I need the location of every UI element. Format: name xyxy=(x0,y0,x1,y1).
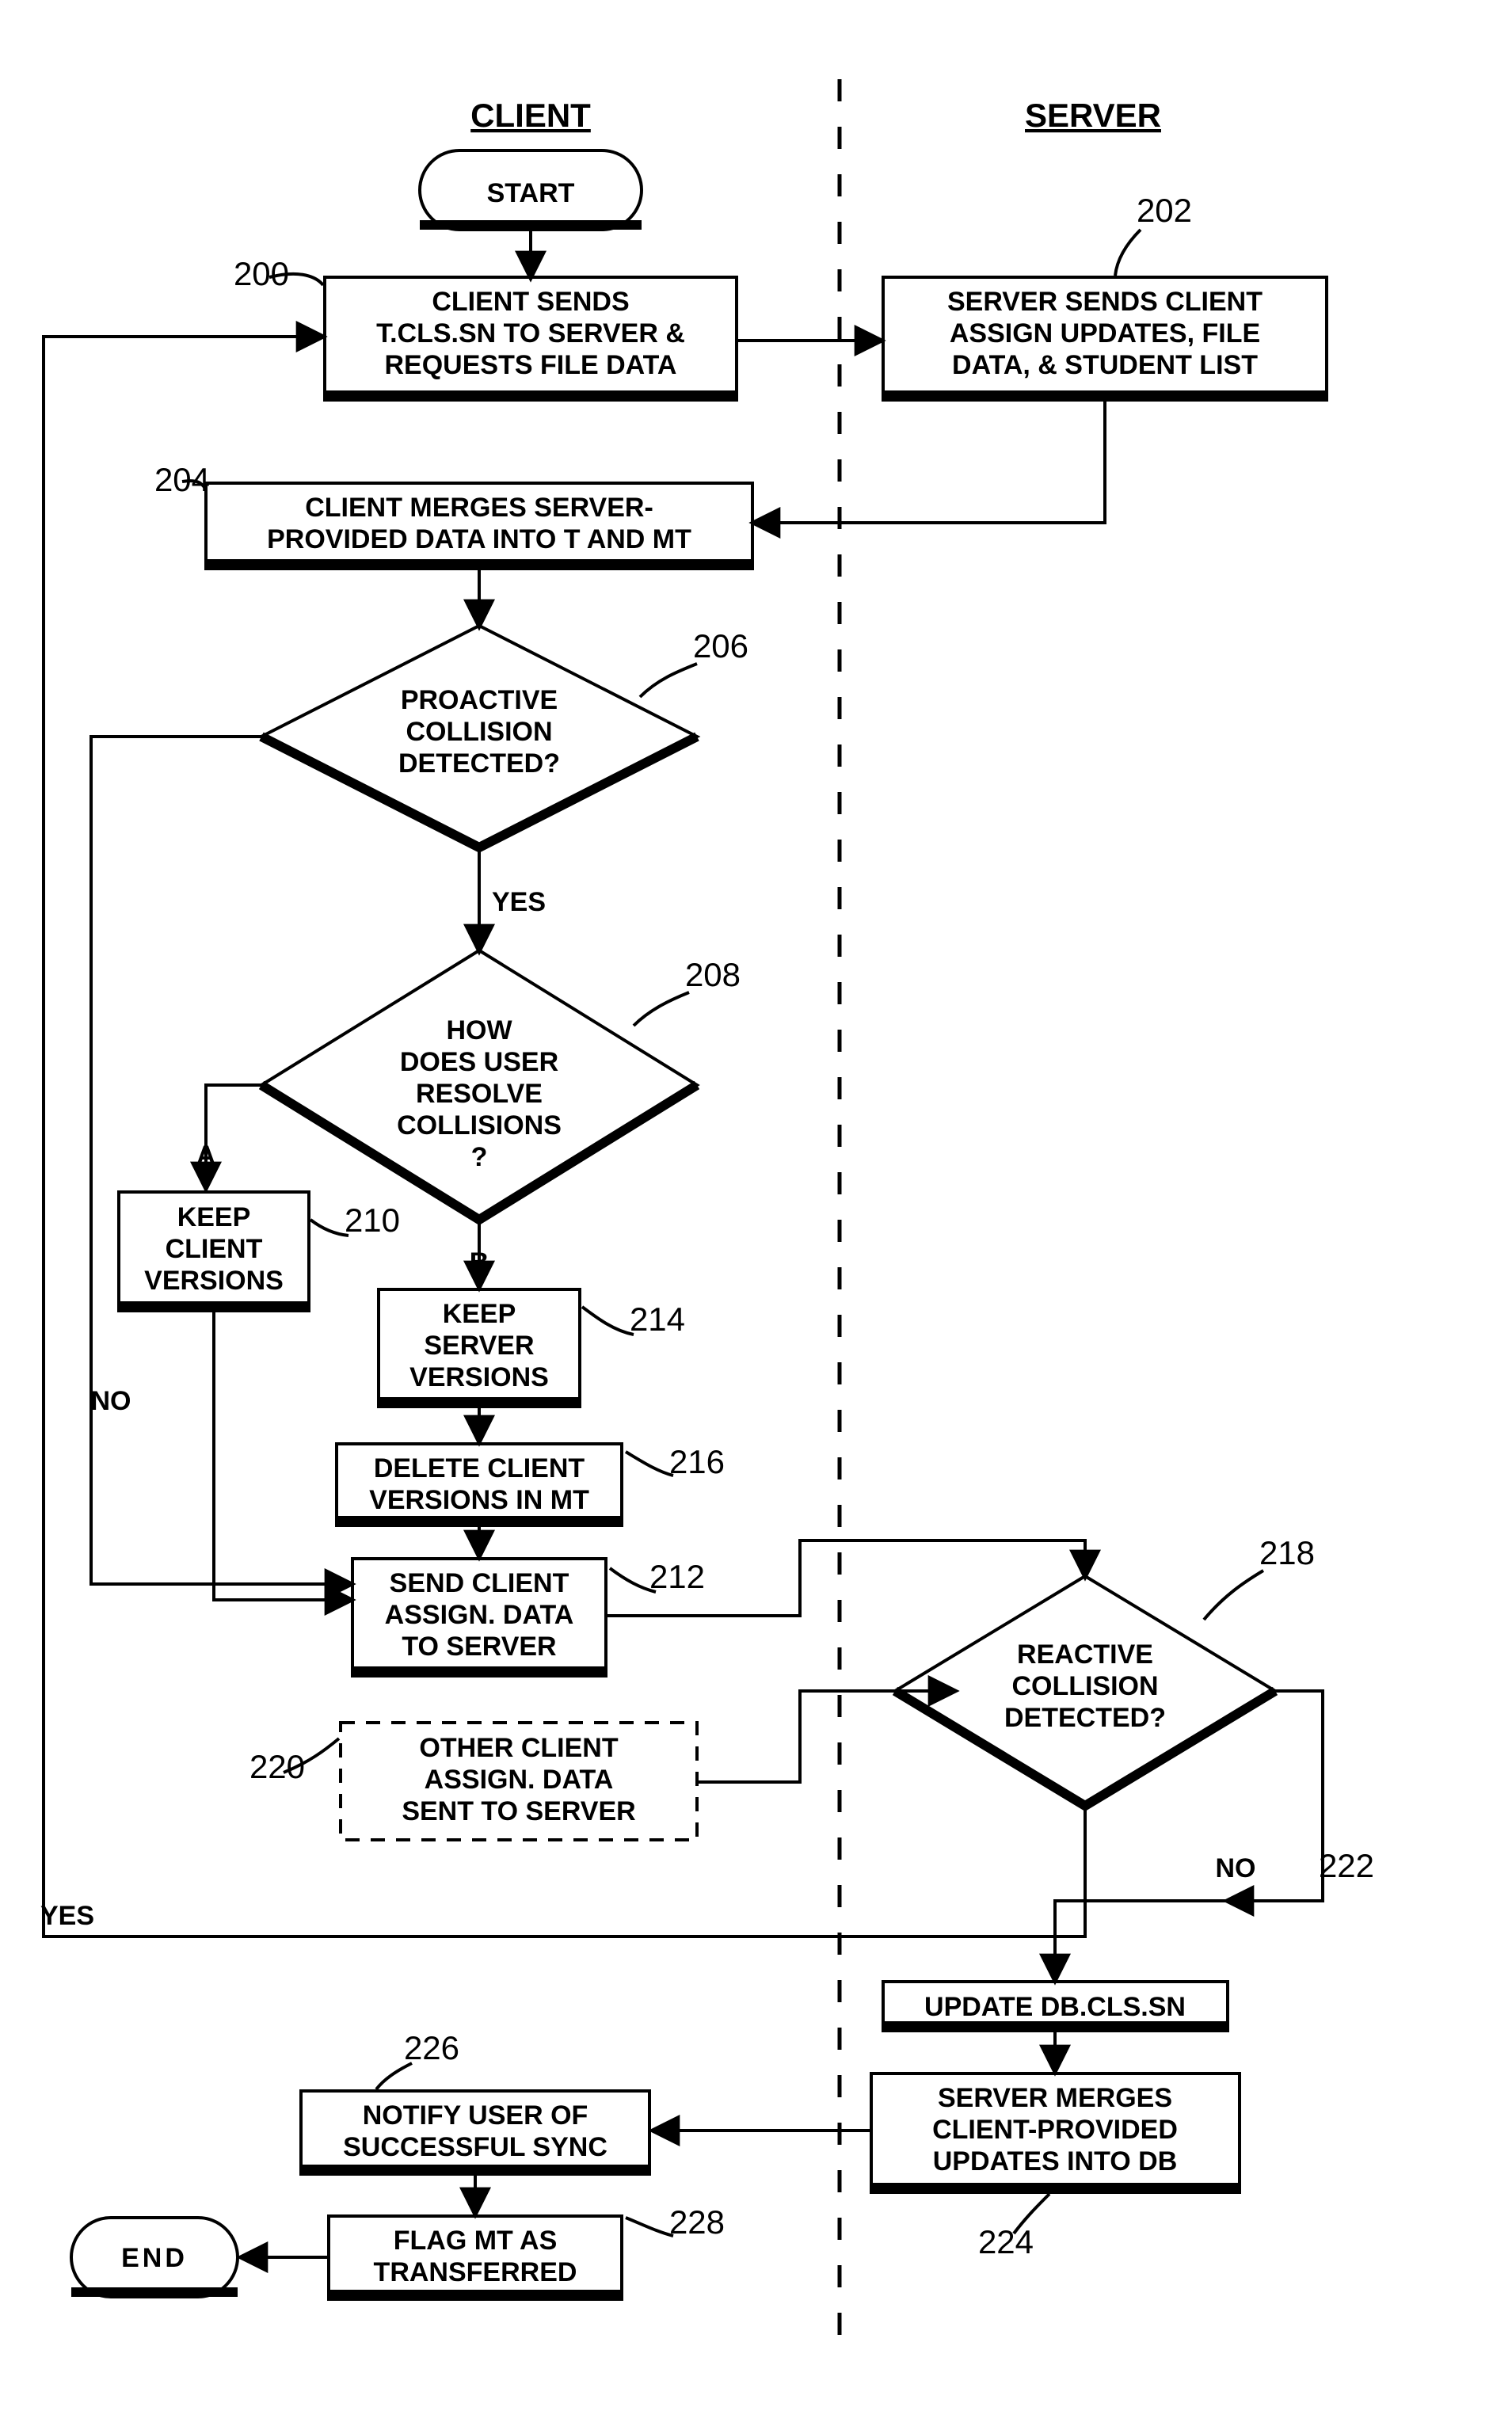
node-210: KEEPCLIENTVERSIONS xyxy=(119,1192,309,1311)
edge-208-a xyxy=(206,1085,261,1188)
ref-206: 206 xyxy=(693,627,748,665)
svg-text:CLIENT MERGES SERVER-PROVIDED: CLIENT MERGES SERVER-PROVIDED DATA INTO … xyxy=(267,493,691,554)
node-start: START xyxy=(420,150,642,230)
svg-text:END: END xyxy=(121,2243,188,2273)
leader-228 xyxy=(626,2218,673,2236)
ref-224: 224 xyxy=(978,2223,1034,2260)
ref-222: 222 xyxy=(1319,1847,1374,1884)
leader-218 xyxy=(1204,1571,1263,1620)
label-218-no: NO xyxy=(1216,1853,1256,1883)
node-220: OTHER CLIENTASSIGN. DATASENT TO SERVER xyxy=(341,1723,697,1840)
leader-214 xyxy=(582,1307,634,1335)
leader-208 xyxy=(634,992,689,1026)
leader-210 xyxy=(310,1220,348,1236)
svg-text:SERVER SENDS CLIENTASSIGN UPDA: SERVER SENDS CLIENTASSIGN UPDATES, FILED… xyxy=(947,287,1263,380)
ref-208: 208 xyxy=(685,956,741,993)
node-end: END xyxy=(71,2218,238,2297)
svg-text:UPDATE DB.CLS.SN: UPDATE DB.CLS.SN xyxy=(924,1992,1186,2022)
edge-218-yes xyxy=(44,337,1085,1936)
ref-212: 212 xyxy=(649,1558,705,1595)
svg-text:SEND CLIENTASSIGN. DATATO SERV: SEND CLIENTASSIGN. DATATO SERVER xyxy=(385,1568,574,1662)
svg-text:KEEPSERVERVERSIONS: KEEPSERVERVERSIONS xyxy=(409,1299,549,1392)
label-206-no: NO xyxy=(91,1386,131,1416)
svg-text:START: START xyxy=(487,178,575,208)
svg-text:HOWDOES USERRESOLVECOLLISIONS?: HOWDOES USERRESOLVECOLLISIONS? xyxy=(397,1015,562,1172)
node-228: FLAG MT ASTRANSFERRED xyxy=(329,2216,622,2299)
ref-202: 202 xyxy=(1137,192,1192,229)
svg-text:KEEPCLIENTVERSIONS: KEEPCLIENTVERSIONS xyxy=(144,1202,284,1296)
svg-text:REACTIVECOLLISIONDETECTED?: REACTIVECOLLISIONDETECTED? xyxy=(1004,1639,1166,1733)
edge-into-222 xyxy=(1055,1901,1228,1980)
label-208-a: A xyxy=(196,1141,216,1171)
node-214: KEEPSERVERVERSIONS xyxy=(379,1289,580,1407)
label-218-yes: YES xyxy=(40,1901,94,1931)
ref-214: 214 xyxy=(630,1300,685,1338)
node-204: CLIENT MERGES SERVER-PROVIDED DATA INTO … xyxy=(206,483,752,569)
leader-216 xyxy=(626,1452,673,1476)
ref-216: 216 xyxy=(669,1443,725,1480)
edge-202-204 xyxy=(754,401,1105,523)
svg-text:SERVER MERGESCLIENT-PROVIDEDUP: SERVER MERGESCLIENT-PROVIDEDUPDATES INTO… xyxy=(932,2083,1178,2176)
node-208: HOWDOES USERRESOLVECOLLISIONS? xyxy=(261,950,697,1220)
node-200: CLIENT SENDST.CLS.SN TO SERVER &REQUESTS… xyxy=(325,277,737,400)
svg-text:OTHER CLIENTASSIGN. DATASENT T: OTHER CLIENTASSIGN. DATASENT TO SERVER xyxy=(402,1733,635,1826)
node-202: SERVER SENDS CLIENTASSIGN UPDATES, FILED… xyxy=(883,277,1327,400)
header-server: SERVER xyxy=(1025,97,1161,134)
leader-206 xyxy=(640,664,697,697)
ref-210: 210 xyxy=(345,1201,400,1239)
svg-text:CLIENT SENDST.CLS.SN TO SERVER: CLIENT SENDST.CLS.SN TO SERVER &REQUESTS… xyxy=(376,287,685,380)
ref-228: 228 xyxy=(669,2203,725,2241)
svg-text:DELETE CLIENTVERSIONS IN MT: DELETE CLIENTVERSIONS IN MT xyxy=(369,1453,589,1515)
ref-226: 226 xyxy=(404,2029,459,2066)
node-226: NOTIFY USER OFSUCCESSFUL SYNC xyxy=(301,2091,649,2174)
node-224: SERVER MERGESCLIENT-PROVIDEDUPDATES INTO… xyxy=(871,2074,1240,2192)
node-222: UPDATE DB.CLS.SN xyxy=(883,1982,1228,2031)
ref-204: 204 xyxy=(154,461,210,498)
label-208-b: B xyxy=(470,1247,489,1278)
leader-202 xyxy=(1115,230,1141,276)
ref-218: 218 xyxy=(1259,1534,1315,1571)
node-212: SEND CLIENTASSIGN. DATATO SERVER xyxy=(352,1559,606,1676)
flowchart-canvas: CLIENT SERVER START CLIENT SENDST.CLS.SN… xyxy=(0,0,1512,2422)
svg-text:FLAG MT ASTRANSFERRED: FLAG MT ASTRANSFERRED xyxy=(374,2226,577,2287)
node-216: DELETE CLIENTVERSIONS IN MT xyxy=(337,1444,622,1525)
label-206-yes: YES xyxy=(492,887,546,917)
edge-210-212 xyxy=(214,1311,351,1600)
node-206: PROACTIVECOLLISIONDETECTED? xyxy=(261,626,697,847)
leader-226 xyxy=(376,2063,412,2089)
svg-text:PROACTIVECOLLISIONDETECTED?: PROACTIVECOLLISIONDETECTED? xyxy=(398,685,560,779)
header-client: CLIENT xyxy=(470,97,591,134)
svg-text:NOTIFY USER OFSUCCESSFUL SYNC: NOTIFY USER OFSUCCESSFUL SYNC xyxy=(343,2100,607,2162)
edge-206-no xyxy=(91,737,351,1584)
